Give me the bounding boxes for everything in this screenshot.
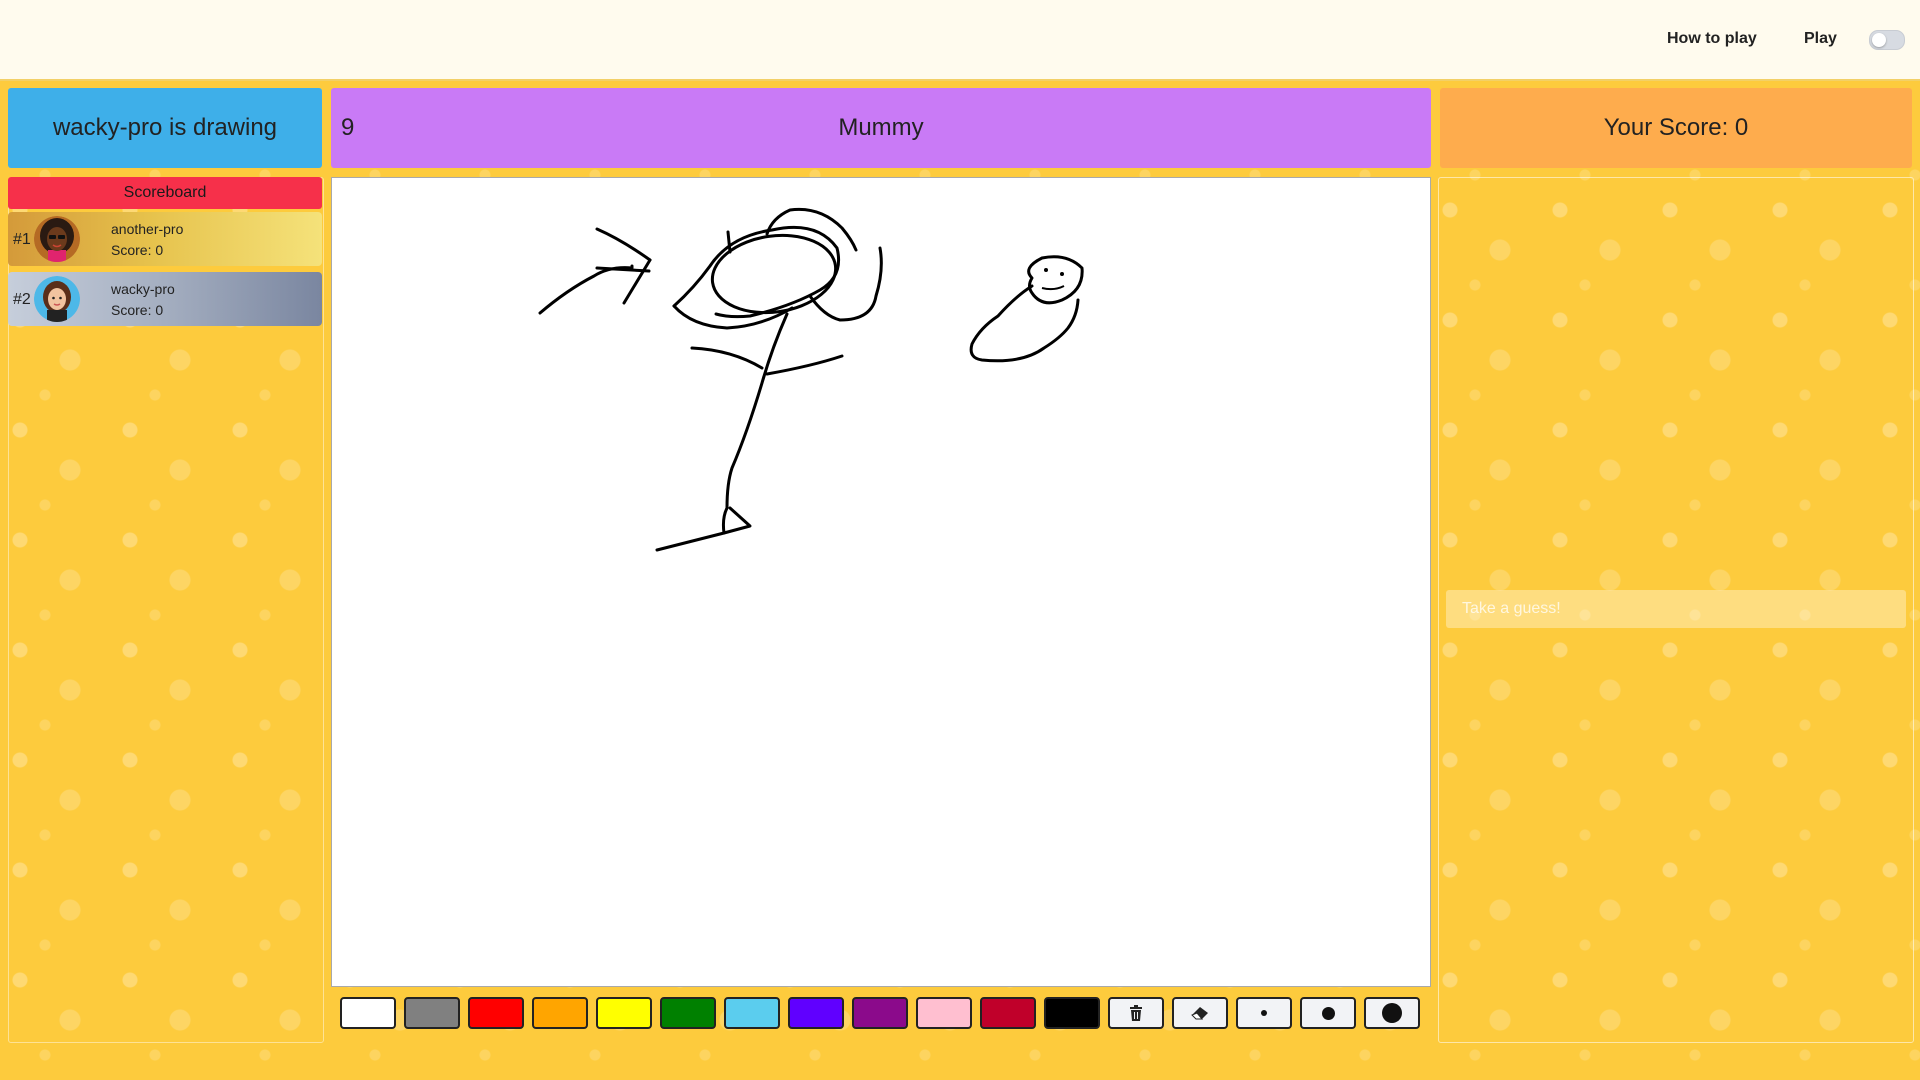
player-rank: #1 — [13, 231, 31, 248]
how-to-play-link[interactable]: How to play — [1667, 30, 1757, 48]
your-score-panel: Your Score: 0 — [1440, 88, 1912, 168]
player-name: another-pro — [111, 221, 184, 237]
guess-input[interactable] — [1446, 590, 1906, 628]
brush-size-small-button[interactable] — [1236, 997, 1292, 1029]
drawing-strokes — [538, 207, 1084, 552]
player-row: #2 wacky-pro Score: 0 — [8, 272, 322, 326]
drawer-status-text: wacky-pro is drawing — [52, 114, 278, 141]
brush-medium-icon — [1321, 1006, 1335, 1020]
color-swatch-gray[interactable] — [404, 997, 460, 1029]
color-swatch-orange[interactable] — [532, 997, 588, 1029]
drawer-status: wacky-pro is drawing — [8, 88, 322, 168]
round-timer: 9 — [341, 114, 355, 141]
scoreboard-title: Scoreboard — [8, 177, 322, 209]
eraser-icon — [1191, 1007, 1208, 1020]
top-nav-bar: How to play Play — [0, 0, 1920, 81]
avatar — [34, 216, 80, 262]
drawing-canvas[interactable] — [331, 177, 1431, 987]
player-rank: #2 — [13, 291, 31, 308]
avatar — [34, 276, 80, 322]
player-name: wacky-pro — [111, 281, 175, 297]
play-link[interactable]: Play — [1804, 30, 1837, 48]
color-swatch-black[interactable] — [1044, 997, 1100, 1029]
theme-toggle[interactable] — [1869, 30, 1905, 50]
color-swatch-violet[interactable] — [788, 997, 844, 1029]
trash-icon — [1130, 1005, 1142, 1021]
player-score: Score: 0 — [111, 242, 164, 258]
color-swatch-white[interactable] — [340, 997, 396, 1029]
word-bar: 9 Mummy — [331, 88, 1431, 168]
color-swatch-green[interactable] — [660, 997, 716, 1029]
color-swatch-pink[interactable] — [916, 997, 972, 1029]
player-row: #1 another-pro Score: 0 — [8, 212, 322, 266]
toggle-knob — [1872, 33, 1886, 47]
brush-size-large-button[interactable] — [1364, 997, 1420, 1029]
your-score-text: Your Score: 0 — [1603, 114, 1749, 141]
color-swatch-sky[interactable] — [724, 997, 780, 1029]
brush-large-icon — [1382, 1003, 1402, 1023]
color-swatch-purple[interactable] — [852, 997, 908, 1029]
scoreboard-title-text: Scoreboard — [123, 184, 207, 201]
color-swatch-yellow[interactable] — [596, 997, 652, 1029]
eraser-button[interactable] — [1172, 997, 1228, 1029]
player-score: Score: 0 — [111, 302, 164, 318]
color-swatch-red[interactable] — [468, 997, 524, 1029]
clear-canvas-button[interactable] — [1108, 997, 1164, 1029]
brush-size-medium-button[interactable] — [1300, 997, 1356, 1029]
color-swatch-crimson[interactable] — [980, 997, 1036, 1029]
brush-small-icon — [1261, 1010, 1267, 1016]
current-word: Mummy — [838, 114, 924, 141]
